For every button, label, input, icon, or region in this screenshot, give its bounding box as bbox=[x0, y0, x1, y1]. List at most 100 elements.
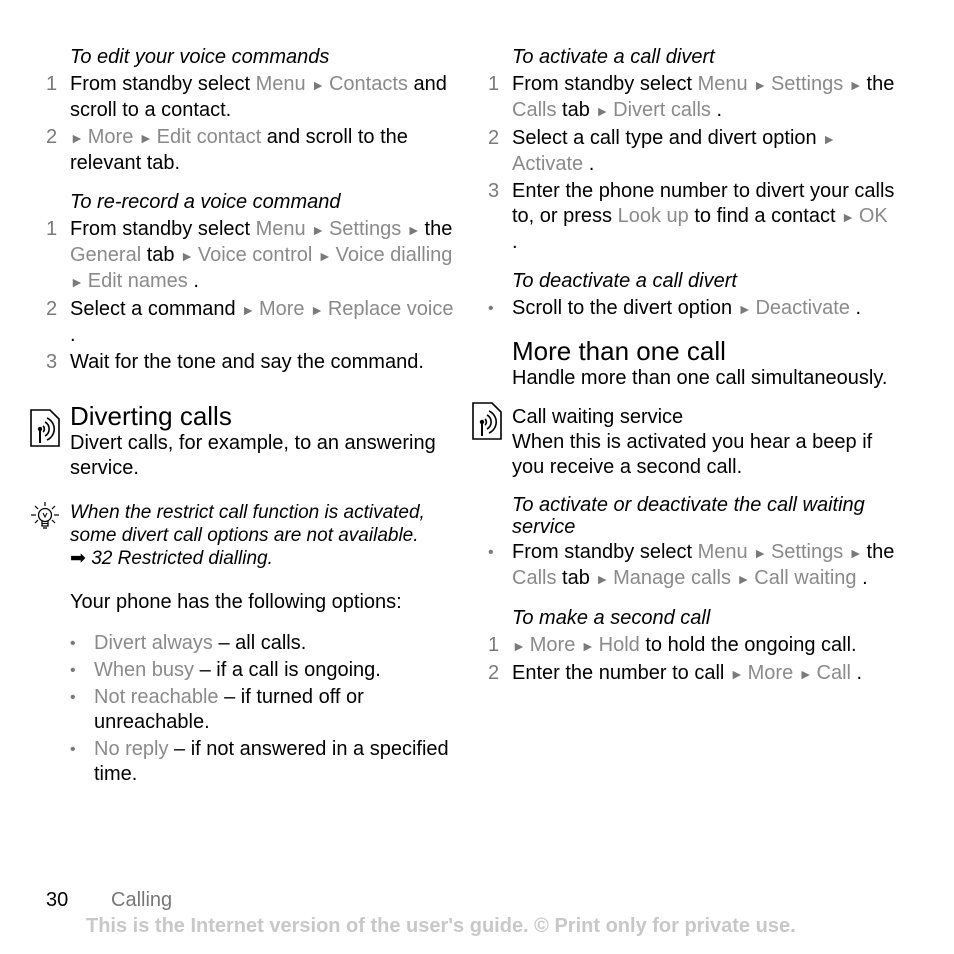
step-text-run: the bbox=[424, 218, 453, 240]
step-item: • From standby select Menu ► Settings ► t… bbox=[488, 540, 898, 592]
step-text-run: to find a contact bbox=[694, 205, 842, 227]
menu-item-ref: Voice dialling bbox=[335, 244, 453, 266]
copyright-notice: This is the Internet version of the user… bbox=[86, 915, 796, 937]
chapter-name: Calling bbox=[111, 889, 173, 911]
procedure-title: To make a second call bbox=[512, 607, 711, 629]
menu-item-ref: General bbox=[70, 244, 142, 266]
step-text: Select a call type and divert option ► A… bbox=[512, 126, 898, 177]
menu-arrow-icon: ► bbox=[848, 545, 867, 561]
options-list: • Divert always – all calls. • When busy – … bbox=[46, 631, 456, 787]
menu-item-ref: Menu bbox=[697, 73, 748, 95]
menu-arrow-icon: ► bbox=[180, 248, 198, 264]
step-text: Select a command ► More ► Replace voice … bbox=[70, 297, 456, 348]
step-text: From standby select Menu ► Contacts and … bbox=[70, 72, 456, 123]
menu-item-ref: Call bbox=[816, 662, 851, 684]
step-text-run: tab bbox=[146, 244, 181, 266]
menu-arrow-icon: ► bbox=[595, 103, 614, 119]
option-name: Not reachable bbox=[94, 686, 219, 708]
step-number: 1 bbox=[488, 73, 500, 95]
menu-arrow-icon: ► bbox=[736, 571, 755, 587]
step-text-run: . bbox=[862, 567, 868, 589]
menu-item-ref: Deactivate bbox=[755, 297, 850, 319]
step-text-run: Wait for the tone and say the command. bbox=[70, 351, 424, 373]
menu-arrow-icon: ► bbox=[753, 77, 771, 93]
menu-arrow-icon: ► bbox=[310, 302, 328, 318]
menu-item-ref: More bbox=[747, 662, 794, 684]
menu-arrow-icon: ► bbox=[70, 130, 88, 146]
menu-item-ref: Replace voice bbox=[327, 298, 454, 320]
procedure-title: To re-record a voice command bbox=[70, 191, 341, 213]
option-text: No reply – if not answered in a specifie… bbox=[94, 737, 456, 787]
step-text-run: From standby select bbox=[512, 541, 698, 563]
menu-arrow-icon: ► bbox=[406, 222, 425, 238]
option-description: – all calls. bbox=[212, 632, 307, 654]
step-number: 3 bbox=[46, 351, 58, 373]
option-name: No reply bbox=[94, 738, 169, 760]
menu-item-ref: Settings bbox=[770, 541, 844, 563]
option-item: • Not reachable – if turned off or unreac… bbox=[70, 685, 456, 735]
option-item: • Divert always – all calls. bbox=[70, 631, 456, 656]
network-service-icon bbox=[472, 402, 502, 440]
step-text-run: . bbox=[512, 231, 518, 253]
step-item: 2 ► More ► Edit contact and scroll to the… bbox=[46, 125, 456, 176]
menu-item-ref: More bbox=[87, 126, 134, 148]
menu-arrow-icon: ► bbox=[848, 77, 867, 93]
option-text: Divert always – all calls. bbox=[94, 631, 456, 656]
step-text-run: the bbox=[866, 73, 895, 95]
step-text: ► More ► Hold to hold the ongoing call. bbox=[512, 633, 898, 659]
section-heading: More than one call bbox=[512, 336, 726, 366]
bullet-marker: • bbox=[70, 662, 76, 679]
steps-list: 1 ► More ► Hold to hold the ongoing call.… bbox=[488, 633, 898, 687]
menu-item-ref: Calls bbox=[512, 567, 557, 589]
step-text-run: tab bbox=[562, 99, 596, 121]
step-item: • Scroll to the divert option ► Deactivat… bbox=[488, 296, 898, 322]
menu-item-ref: More bbox=[258, 298, 305, 320]
menu-item-ref: Settings bbox=[328, 218, 402, 240]
step-item: 1 From standby select Menu ► Settings ► t… bbox=[46, 217, 456, 295]
step-text-run: Scroll to the divert option bbox=[512, 297, 738, 319]
menu-arrow-icon: ► bbox=[580, 638, 599, 654]
step-text: Enter the number to call ► More ► Call . bbox=[512, 661, 898, 687]
procedure-title: To activate a call divert bbox=[512, 46, 715, 68]
step-number: 1 bbox=[488, 634, 500, 656]
step-text-run: From standby select bbox=[512, 73, 698, 95]
bullet-marker: • bbox=[70, 741, 76, 758]
menu-item-ref: Manage calls bbox=[613, 567, 731, 589]
procedure-title: To activate or deactivate the call waiti… bbox=[512, 494, 865, 538]
steps-list: 1 From standby select Menu ► Settings ► t… bbox=[488, 72, 898, 255]
step-item: 2 Select a call type and divert option ► … bbox=[488, 126, 898, 177]
menu-arrow-icon: ► bbox=[311, 222, 329, 238]
option-text: Not reachable – if turned off or unreach… bbox=[94, 685, 456, 735]
procedure-title: To edit your voice commands bbox=[70, 46, 330, 68]
bullet-marker: • bbox=[488, 300, 494, 317]
menu-arrow-icon: ► bbox=[737, 301, 756, 317]
step-number: 1 bbox=[46, 73, 58, 95]
step-text: From standby select Menu ► Settings ► th… bbox=[70, 217, 456, 295]
menu-item-ref: Menu bbox=[255, 73, 306, 95]
lightbulb-tip-icon bbox=[31, 502, 59, 529]
steps-list: 1 From standby select Menu ► Contacts and… bbox=[46, 72, 456, 176]
bullet-marker: • bbox=[70, 689, 76, 706]
step-number: 1 bbox=[46, 218, 58, 240]
step-text-run: the bbox=[866, 541, 895, 563]
page-reference-link[interactable]: 32 Restricted dialling. bbox=[91, 548, 273, 569]
step-number: 2 bbox=[488, 127, 500, 149]
subsection-heading: Call waiting service bbox=[512, 406, 684, 428]
right-column: To activate a call divert 1 From standby … bbox=[472, 45, 898, 687]
menu-item-ref: Calls bbox=[512, 99, 557, 121]
menu-arrow-icon: ► bbox=[841, 209, 859, 225]
menu-item-ref: Hold bbox=[598, 634, 640, 656]
menu-item-ref: OK bbox=[858, 205, 888, 227]
step-text: ► More ► Edit contact and scroll to the … bbox=[70, 125, 456, 176]
step-text-run: . bbox=[588, 153, 595, 175]
menu-item-ref: Call waiting bbox=[754, 567, 857, 589]
menu-item-ref: Menu bbox=[697, 541, 748, 563]
option-description: – if a call is ongoing. bbox=[194, 659, 381, 681]
menu-arrow-icon: ► bbox=[311, 77, 329, 93]
menu-item-ref: Divert calls bbox=[613, 99, 711, 121]
option-item: • No reply – if not answered in a specifi… bbox=[70, 737, 456, 787]
step-text: From standby select Menu ► Settings ► th… bbox=[512, 72, 898, 124]
step-text-run: Enter the number to call bbox=[512, 662, 730, 684]
section-description: Handle more than one call simultaneously… bbox=[512, 367, 888, 389]
tip-note: When the restrict call function is activ… bbox=[70, 501, 456, 570]
